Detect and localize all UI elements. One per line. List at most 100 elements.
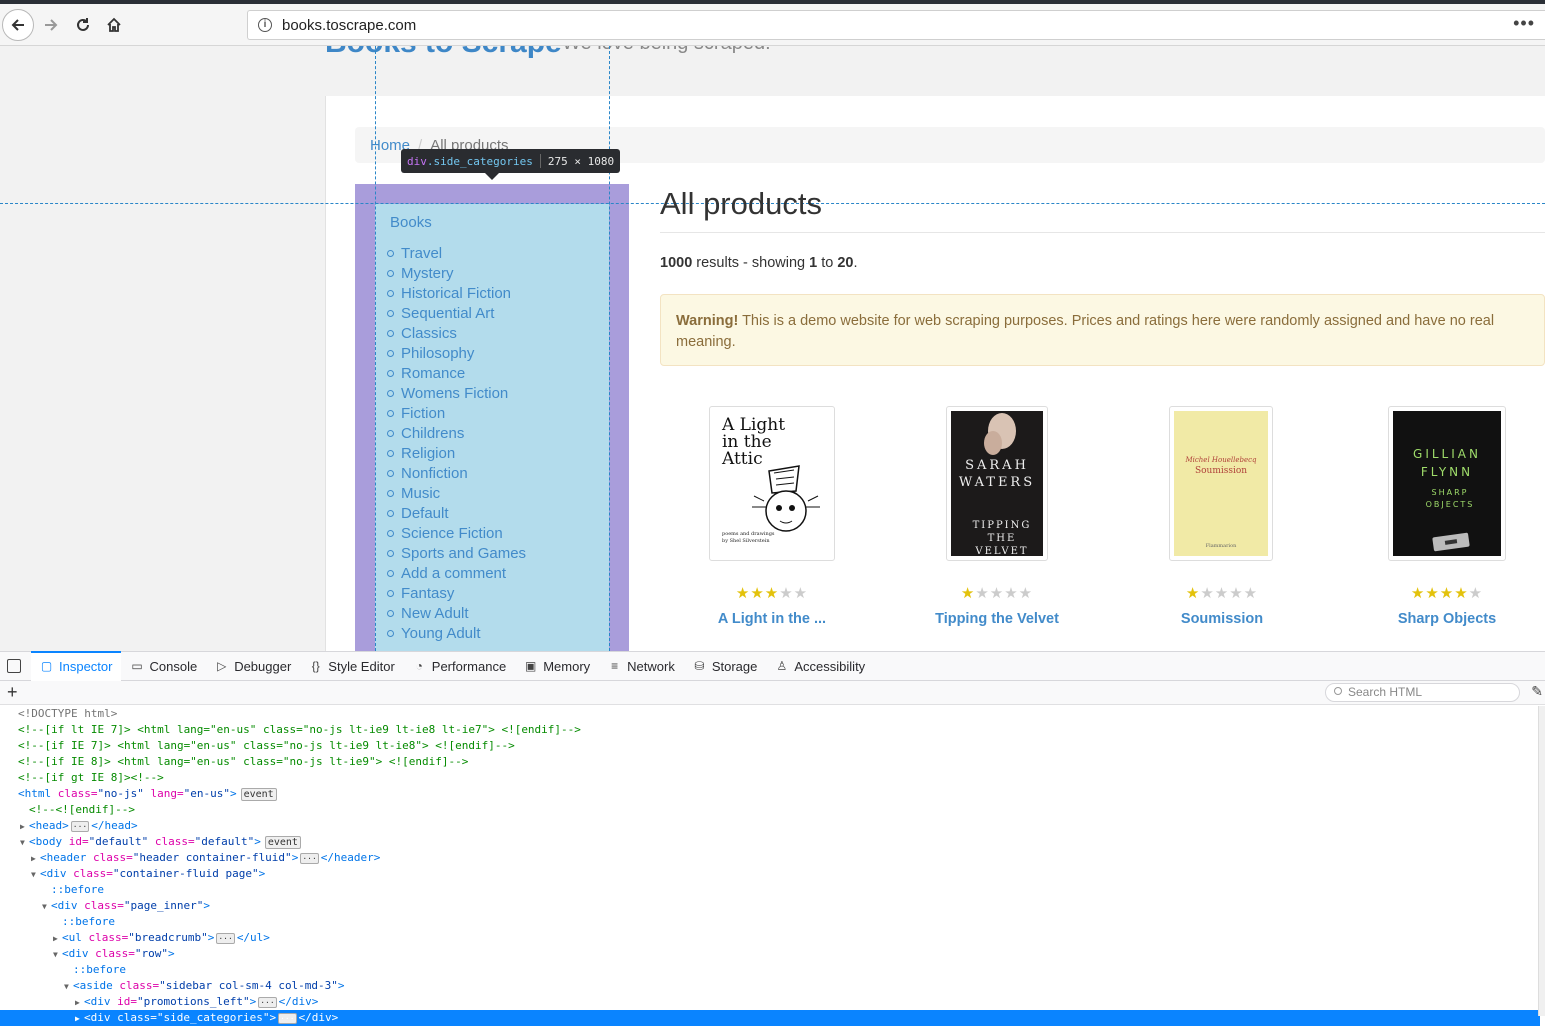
markup-token: <!DOCTYPE html> — [18, 707, 118, 720]
star-filled-icon: ★ — [1439, 585, 1455, 602]
reload-button[interactable] — [68, 10, 98, 40]
tab-style-editor[interactable]: {} Style Editor — [300, 652, 403, 681]
tab-storage[interactable]: ⛁ Storage — [684, 652, 767, 681]
markup-node[interactable]: ▼ <div class="page_inner"> — [0, 898, 1540, 914]
markup-node-selected[interactable]: ▶ <div class="side_categories"> ··· </div> — [0, 1010, 1540, 1026]
category-item[interactable]: Childrens — [386, 423, 526, 443]
markup-node[interactable]: ::before — [0, 882, 1540, 898]
tab-performance[interactable]: ◔ Performance — [404, 652, 515, 681]
category-item[interactable]: Fantasy — [386, 583, 526, 603]
category-item[interactable]: Classics — [386, 323, 526, 343]
element-picker-icon[interactable] — [7, 659, 21, 673]
collapse-icon[interactable]: ▼ — [20, 835, 29, 851]
add-node-icon[interactable]: + — [7, 682, 18, 702]
markup-node[interactable]: ▼ <div class="container-fluid page"> — [0, 866, 1540, 882]
book-title-link[interactable]: Tipping the Velvet — [897, 611, 1097, 627]
category-item[interactable]: Music — [386, 483, 526, 503]
event-badge[interactable]: event — [264, 836, 301, 849]
book-cover[interactable]: A Light in the Attic poems and drawings by … — [709, 406, 835, 561]
markup-node[interactable]: ▶ <ul class="breadcrumb"> ··· </ul> — [0, 930, 1540, 946]
markup-node[interactable]: ▼ <div class="row"> — [0, 946, 1540, 962]
tab-inspector[interactable]: ▢ Inspector — [31, 650, 122, 681]
markup-node[interactable]: <!--[if lt IE 7]> <html lang="en-us" cla… — [0, 722, 1540, 738]
book-cover[interactable]: SARAH WATERS TIPPING THE VELVET — [946, 406, 1048, 561]
markup-scrollbar[interactable] — [1538, 706, 1545, 1016]
collapsed-children-badge[interactable]: ··· — [216, 933, 235, 944]
category-item[interactable]: Science Fiction — [386, 523, 526, 543]
book-cover[interactable]: Michel Houellebecq Soumission Flammarion — [1169, 406, 1273, 561]
page-actions-icon[interactable]: ••• — [1513, 13, 1535, 34]
collapse-icon[interactable]: ▼ — [64, 979, 73, 995]
category-item[interactable]: Nonfiction — [386, 463, 526, 483]
category-item[interactable]: Religion — [386, 443, 526, 463]
site-info-icon[interactable]: i — [258, 18, 272, 32]
book-title-link[interactable]: Soumission — [1122, 611, 1322, 627]
eyedropper-icon[interactable]: ✎ — [1531, 683, 1543, 700]
markup-node[interactable]: ::before — [0, 914, 1540, 930]
collapse-icon[interactable]: ▼ — [53, 947, 62, 963]
collapse-icon[interactable]: ▼ — [42, 899, 51, 915]
category-label: Fiction — [401, 404, 446, 422]
tab-console[interactable]: ▭ Console — [121, 652, 206, 681]
markup-node[interactable]: <!DOCTYPE html> — [0, 706, 1540, 722]
tab-memory[interactable]: ▣ Memory — [515, 652, 599, 681]
star-empty-icon: ★ — [1468, 585, 1484, 602]
category-item[interactable]: Default — [386, 503, 526, 523]
collapsed-children-badge[interactable]: ··· — [258, 997, 277, 1008]
search-html-placeholder: Search HTML — [1348, 685, 1423, 699]
markup-node[interactable]: <!--<![endif]--> — [0, 802, 1540, 818]
collapse-icon[interactable]: ▼ — [31, 867, 40, 883]
book-title-link[interactable]: Sharp Objects — [1347, 611, 1545, 627]
home-button[interactable] — [99, 10, 129, 40]
category-item[interactable]: Sequential Art — [386, 303, 526, 323]
markup-node[interactable]: ::before — [0, 962, 1540, 978]
memory-icon: ▣ — [525, 659, 537, 673]
markup-node[interactable]: ▶ <div id="promotions_left"> ··· </div> — [0, 994, 1540, 1010]
back-button[interactable] — [2, 9, 34, 41]
category-item[interactable]: Mystery — [386, 263, 526, 283]
url-text: books.toscrape.com — [282, 16, 417, 34]
markup-node[interactable]: ▶ <head> ··· </head> — [0, 818, 1540, 834]
markup-node[interactable]: <!--[if IE 8]> <html lang="en-us" class=… — [0, 754, 1540, 770]
markup-token: class= — [73, 867, 113, 880]
url-bar[interactable]: i books.toscrape.com ••• — [247, 10, 1545, 40]
category-item[interactable]: New Adult — [386, 603, 526, 623]
tab-debugger[interactable]: ▷ Debugger — [206, 652, 300, 681]
markup-node[interactable]: ▼ <aside class="sidebar col-sm-4 col-md-3… — [0, 978, 1540, 994]
category-item[interactable]: Young Adult — [386, 623, 526, 643]
category-item[interactable]: Romance — [386, 363, 526, 383]
category-item[interactable]: Philosophy — [386, 343, 526, 363]
expand-icon[interactable]: ▶ — [75, 995, 84, 1011]
category-item[interactable]: Historical Fiction — [386, 283, 526, 303]
markup-node[interactable]: <!--[if gt IE 8]><!--> — [0, 770, 1540, 786]
forward-button[interactable] — [36, 10, 66, 40]
collapsed-children-badge[interactable]: ··· — [278, 1013, 297, 1024]
expand-icon[interactable]: ▶ — [75, 1011, 84, 1027]
category-item[interactable]: Fiction — [386, 403, 526, 423]
markup-node[interactable]: ▼ <body id="default" class="default"> even… — [0, 834, 1540, 850]
markup-token: <aside — [73, 979, 120, 992]
markup-node[interactable]: ▶ <header class="header container-fluid">… — [0, 850, 1540, 866]
category-item[interactable]: Travel — [386, 243, 526, 263]
side-categories-title[interactable]: Books — [390, 214, 432, 231]
inspector-guide-right — [609, 46, 610, 651]
tab-network[interactable]: ≡ Network — [599, 652, 684, 681]
category-item[interactable]: Add a comment — [386, 563, 526, 583]
collapsed-children-badge[interactable]: ··· — [300, 853, 319, 864]
reload-icon — [77, 18, 89, 31]
tab-accessibility[interactable]: ♙ Accessibility — [766, 652, 874, 681]
markup-node[interactable]: <html class="no-js" lang="en-us"> event — [0, 786, 1540, 802]
search-html-input[interactable]: Search HTML — [1325, 683, 1520, 702]
collapsed-children-badge[interactable]: ··· — [70, 821, 90, 832]
category-item[interactable]: Sports and Games — [386, 543, 526, 563]
star-empty-icon: ★ — [793, 585, 809, 602]
expand-icon[interactable]: ▶ — [31, 851, 40, 867]
expand-icon[interactable]: ▶ — [53, 931, 62, 947]
book-title-link[interactable]: A Light in the ... — [672, 611, 872, 627]
expand-icon[interactable]: ▶ — [20, 819, 29, 835]
event-badge[interactable]: event — [240, 788, 277, 801]
markup-node[interactable]: <!--[if IE 7]> <html lang="en-us" class=… — [0, 738, 1540, 754]
site-title[interactable]: Books to Scrape — [325, 46, 562, 60]
category-item[interactable]: Womens Fiction — [386, 383, 526, 403]
book-cover[interactable]: GILLIAN FLYNN SHARP OBJECTS — [1388, 406, 1506, 561]
